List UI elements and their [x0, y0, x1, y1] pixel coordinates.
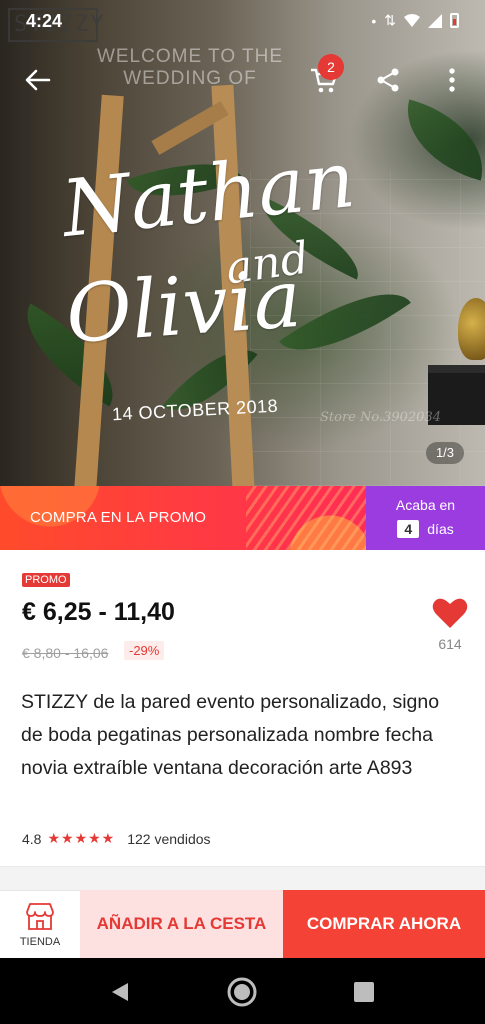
add-to-cart-button[interactable]: AÑADIR A LA CESTA [80, 890, 283, 958]
dot-icon: • [371, 12, 377, 29]
store-button[interactable]: TIENDA [0, 890, 80, 958]
promo-countdown: Acaba en 4 días [366, 486, 485, 550]
promo-stripes [246, 486, 366, 550]
more-options-button[interactable] [430, 58, 474, 102]
share-button[interactable] [366, 58, 410, 102]
palm-leaf [393, 99, 485, 181]
store-watermark: Store No.3902034 [320, 410, 441, 425]
nav-back-button[interactable] [100, 972, 140, 1012]
signal-icon [428, 13, 442, 28]
price: € 6,25 - 11,40 [22, 598, 175, 626]
gold-vase [458, 298, 485, 360]
sold-count: 122 vendidos [127, 830, 211, 847]
more-vertical-icon [449, 68, 455, 92]
battery-icon [450, 13, 459, 28]
action-bar: TIENDA AÑADIR A LA CESTA COMPRAR AHORA [0, 890, 485, 958]
status-time: 4:24 [26, 11, 63, 31]
wishlist-count: 614 [438, 636, 462, 652]
promo-label: COMPRA EN LA PROMO [30, 509, 207, 526]
promo-days-unit: días [427, 521, 454, 537]
promo-ends-label: Acaba en [395, 497, 456, 513]
cart-count-badge: 2 [318, 54, 344, 80]
nav-recents-button[interactable] [344, 972, 384, 1012]
rating-value: 4.8 [22, 830, 42, 847]
section-divider [0, 866, 485, 890]
sign-name-2: Olivia [63, 251, 305, 362]
promo-days-count: 4 [397, 520, 420, 538]
square-recents-icon [354, 982, 374, 1002]
image-pager: 1/3 [426, 442, 464, 464]
system-nav-bar [0, 958, 485, 1024]
rating-row[interactable]: 4.8 ★★★★★ 122 vendidos [22, 830, 211, 847]
product-title: STIZZY de la pared evento personalizado,… [21, 691, 440, 779]
data-arrows-icon: ⇅ [384, 12, 396, 28]
wishlist-button[interactable] [432, 596, 468, 630]
triangle-back-icon [112, 983, 128, 1001]
store-icon [26, 903, 54, 930]
rating-stars-icon: ★★★★★ [47, 830, 116, 846]
buy-now-button[interactable]: COMPRAR AHORA [283, 890, 485, 958]
sign-welcome-text: WELCOME TO THE WEDDING OF [96, 46, 284, 89]
discount-badge: -29% [124, 641, 165, 660]
heart-icon [432, 598, 468, 628]
arrow-left-icon [25, 69, 51, 91]
nav-home-button[interactable] [222, 972, 262, 1012]
status-icons: • ⇅ [371, 12, 459, 29]
product-image[interactable]: STIZZY WELCOME TO THE WEDDING OF Nathan … [0, 0, 485, 486]
store-label: TIENDA [19, 936, 61, 948]
wifi-icon [404, 13, 420, 27]
original-price: € 8,80 - 16,06 [22, 645, 109, 661]
promo-tag: PROMO [22, 573, 70, 587]
promo-banner[interactable]: COMPRA EN LA PROMO [0, 486, 366, 550]
back-button[interactable] [16, 58, 60, 102]
circle-home-icon [227, 977, 257, 1007]
share-icon [377, 68, 399, 92]
